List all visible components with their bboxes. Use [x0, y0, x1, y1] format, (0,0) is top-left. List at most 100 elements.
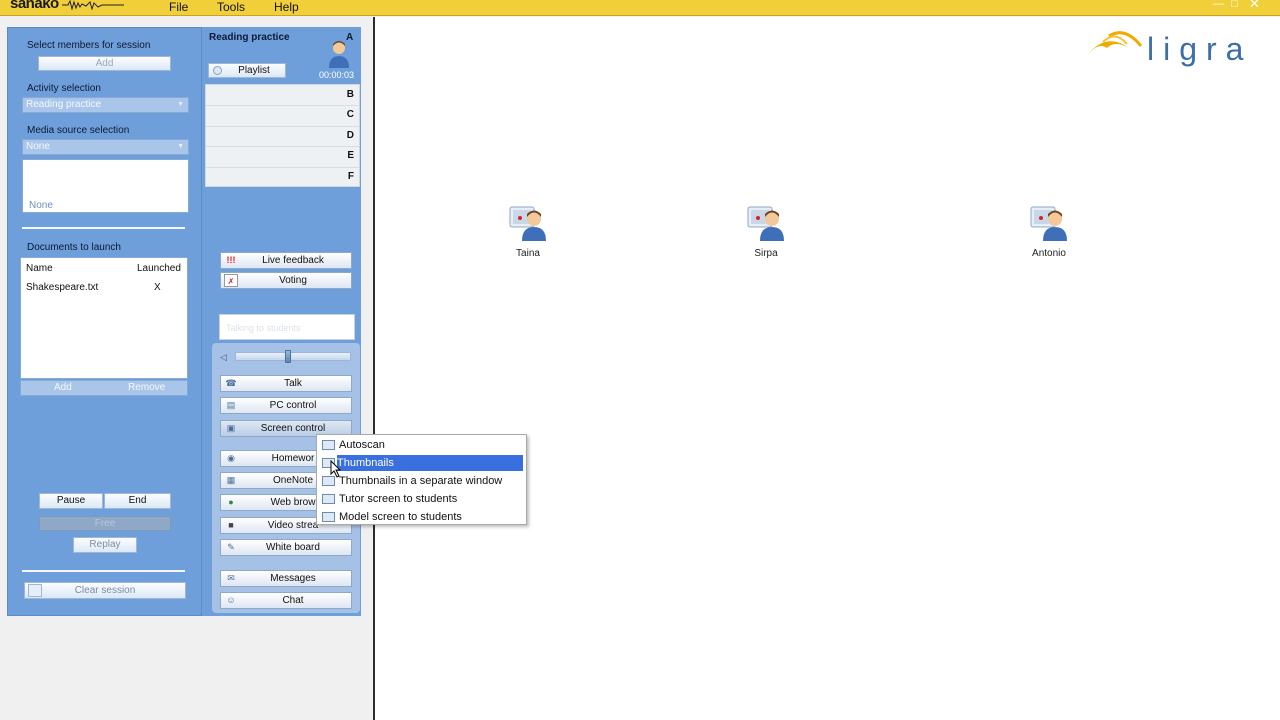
- student-computer-icon: [1030, 206, 1067, 241]
- select-members-label: Select members for session: [27, 40, 151, 51]
- document-name[interactable]: Shakespeare.txt: [26, 282, 98, 293]
- white-board-button[interactable]: ✎ White board: [220, 539, 352, 556]
- free-button[interactable]: Free: [39, 516, 171, 531]
- chat-label: Chat: [282, 595, 304, 606]
- teacher-avatar-icon: [329, 41, 349, 68]
- clear-session-icon: [28, 584, 42, 597]
- live-feedback-icon: !!!: [226, 255, 236, 265]
- student-sirpa[interactable]: Sirpa: [726, 205, 806, 259]
- media-source-box[interactable]: None: [22, 159, 189, 213]
- column-header-launched: Launched: [137, 263, 181, 274]
- homework-label: Homewor: [271, 453, 315, 464]
- document-remove-button[interactable]: Remove: [128, 382, 165, 393]
- student-taina[interactable]: Taina: [488, 205, 568, 259]
- voting-icon: ✗: [224, 274, 238, 287]
- add-members-button[interactable]: Add: [38, 56, 171, 71]
- autoscan-icon: [322, 440, 335, 450]
- activity-select[interactable]: Reading practice ▼: [22, 97, 189, 113]
- volume-icon: ◁: [220, 352, 227, 362]
- media-source-label: Media source selection: [27, 125, 130, 136]
- talk-button[interactable]: ☎ Talk: [220, 375, 352, 392]
- volume-slider-thumb[interactable]: [285, 350, 291, 363]
- activity-selection-label: Activity selection: [27, 83, 101, 94]
- replay-button[interactable]: Replay: [73, 537, 137, 553]
- messages-label: Messages: [270, 573, 316, 584]
- divider: [22, 227, 185, 229]
- pc-control-button[interactable]: ▤ PC control: [220, 397, 352, 414]
- headset-icon: ☎: [225, 378, 237, 388]
- volume-slider[interactable]: [235, 352, 351, 361]
- video-stream-label: Video strea: [267, 520, 319, 531]
- talking-to-students-panel: Talking to students: [219, 314, 355, 340]
- menu-item-model-screen[interactable]: Model screen to students: [319, 509, 525, 525]
- student-computer-icon: [747, 206, 784, 241]
- globe-icon: ●: [228, 497, 234, 507]
- menu-file[interactable]: File: [169, 0, 188, 14]
- clear-session-button[interactable]: Clear session: [24, 582, 186, 599]
- tutor-screen-icon: [322, 494, 335, 504]
- close-icon[interactable]: ✕: [1249, 0, 1260, 12]
- document-add-button[interactable]: Add: [54, 382, 72, 393]
- maximize-icon[interactable]: □: [1231, 0, 1238, 10]
- media-source-select[interactable]: None ▼: [22, 139, 189, 155]
- title-bar: sanako File Tools Help — □ ✕: [0, 0, 1280, 16]
- chevron-down-icon: ▼: [177, 143, 184, 150]
- divider: [206, 126, 359, 127]
- playlist-button[interactable]: Playlist: [208, 63, 286, 78]
- column-header-name: Name: [26, 263, 53, 274]
- group-a-title: Reading practice: [209, 32, 290, 43]
- live-feedback-button[interactable]: !!! Live feedback: [220, 252, 352, 269]
- documents-table[interactable]: Name Launched Shakespeare.txt X: [20, 257, 188, 379]
- playlist-icon: [213, 66, 222, 75]
- media-box-value: None: [29, 200, 53, 211]
- envelope-icon: ✉: [227, 573, 235, 583]
- group-f[interactable]: F: [348, 171, 354, 182]
- classroom-workspace: [375, 17, 1280, 720]
- white-board-label: White board: [266, 542, 320, 553]
- onenote-label: OneNote: [272, 475, 314, 486]
- clear-session-label: Clear session: [74, 585, 136, 596]
- model-screen-icon: [322, 512, 335, 522]
- activity-value: Reading practice: [26, 99, 102, 110]
- svg-text:ligra: ligra: [1147, 31, 1252, 67]
- divider: [206, 146, 359, 147]
- homework-icon: ◉: [227, 453, 235, 463]
- end-button[interactable]: End: [104, 493, 171, 509]
- group-e[interactable]: E: [347, 150, 354, 161]
- menu-item-autoscan[interactable]: Autoscan: [319, 437, 525, 453]
- monitor-icon: ▣: [226, 423, 236, 433]
- group-b[interactable]: B: [347, 89, 354, 100]
- menu-help[interactable]: Help: [274, 0, 299, 14]
- student-antonio[interactable]: Antonio: [1009, 205, 1089, 259]
- student-name: Taina: [516, 248, 540, 259]
- group-list: B C D E F: [205, 84, 360, 187]
- ligra-logo: ligra: [1088, 31, 1252, 67]
- messages-button[interactable]: ✉ Messages: [220, 570, 352, 587]
- whiteboard-icon: ✎: [227, 542, 235, 552]
- logo-wave-icon: [62, 0, 124, 10]
- group-d[interactable]: D: [347, 130, 354, 141]
- group-c[interactable]: C: [347, 109, 354, 120]
- chat-button[interactable]: ☺ Chat: [220, 592, 352, 609]
- documents-toolbar: Add Remove: [20, 380, 188, 396]
- divider: [206, 105, 359, 106]
- app-logo: sanako: [10, 0, 59, 12]
- menu-item-thumbnails-window[interactable]: Thumbnails in a separate window: [319, 473, 525, 489]
- video-icon: ■: [228, 520, 234, 530]
- voting-button[interactable]: ✗ Voting: [220, 272, 352, 289]
- screen-control-label: Screen control: [260, 423, 326, 434]
- minimize-icon[interactable]: —: [1213, 0, 1224, 10]
- student-name: Antonio: [1032, 248, 1066, 259]
- pause-button[interactable]: Pause: [39, 493, 103, 509]
- media-source-value: None: [26, 141, 50, 152]
- computer-icon: ▤: [226, 400, 236, 410]
- chevron-down-icon: ▼: [177, 101, 184, 108]
- menu-item-tutor-screen[interactable]: Tutor screen to students: [319, 491, 525, 507]
- menu-item-thumbnails[interactable]: Thumbnails: [337, 455, 523, 471]
- talking-to-students-label: Talking to students: [226, 323, 301, 333]
- divider: [22, 570, 185, 572]
- document-launched: X: [154, 282, 161, 293]
- menu-tools[interactable]: Tools: [217, 0, 245, 14]
- documents-label: Documents to launch: [27, 242, 121, 253]
- onenote-icon: ▦: [226, 475, 236, 485]
